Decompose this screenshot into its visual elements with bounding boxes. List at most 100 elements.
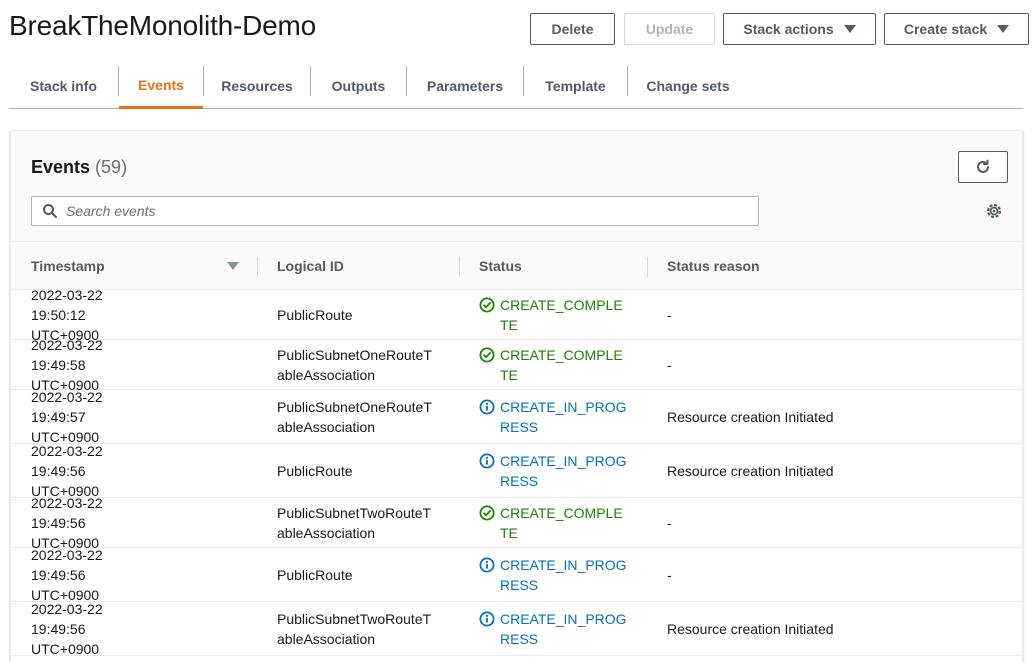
events-title: Events (59) <box>31 157 127 178</box>
status-reason-text: - <box>667 356 672 373</box>
status-reason-cell: - <box>667 290 1007 339</box>
tab-resources[interactable]: Resources <box>204 64 310 108</box>
column-header-logical-id[interactable]: Logical ID <box>277 242 457 290</box>
status-text: CREATE_IN_PROGRESS <box>500 452 627 489</box>
search-input[interactable] <box>66 203 746 219</box>
status-text: CREATE_COMPLETE <box>500 296 623 333</box>
search-icon <box>42 203 58 219</box>
info-circle-icon[interactable] <box>479 399 495 415</box>
timestamp-cell: 2022-03-22 19:49:57 UTC+0900 <box>31 389 261 445</box>
refresh-button[interactable] <box>958 151 1008 183</box>
stack-actions-button[interactable]: Stack actions <box>723 13 876 45</box>
timestamp-text: 2022-03-22 19:49:57 UTC+0900 <box>31 388 103 445</box>
timestamp-cell: 2022-03-22 19:49:56 UTC+0900 <box>31 601 261 657</box>
logical-id-cell: PublicRoute <box>277 548 452 601</box>
timestamp-text: 2022-03-22 19:49:58 UTC+0900 <box>31 336 103 393</box>
table-row: 2022-03-22 19:49:58 UTC+0900 PublicSubnet… <box>11 337 1022 393</box>
tab-stack-info[interactable]: Stack info <box>9 64 118 108</box>
status-reason-cell: Resource creation Initiated <box>667 602 1007 655</box>
status-cell: CREATE_IN_PROGRESS <box>479 548 639 601</box>
delete-button[interactable]: Delete <box>530 13 615 45</box>
search-box <box>31 196 759 226</box>
tab-label: Template <box>545 78 606 94</box>
refresh-icon <box>977 159 989 173</box>
events-count: (59) <box>95 157 128 177</box>
tab-parameters[interactable]: Parameters <box>407 64 523 108</box>
tab-label: Stack info <box>30 78 97 94</box>
timestamp-text: 2022-03-22 19:49:56 UTC+0900 <box>31 494 103 551</box>
column-divider <box>459 257 460 277</box>
events-title-text: Events <box>31 157 91 177</box>
info-circle-icon[interactable] <box>479 611 495 627</box>
check-circle-icon <box>479 347 495 363</box>
logical-id-text: PublicRoute <box>277 566 353 583</box>
column-label: Timestamp <box>31 258 105 274</box>
logical-id-cell: PublicSubnetTwoRouteTableAssociation <box>277 498 452 547</box>
tab-outputs[interactable]: Outputs <box>311 64 406 108</box>
timestamp-cell: 2022-03-22 19:49:56 UTC+0900 <box>31 443 261 499</box>
column-label: Logical ID <box>277 258 344 274</box>
status-text: CREATE_COMPLETE <box>500 504 623 541</box>
column-divider <box>257 257 258 277</box>
status-indicator: CREATE_COMPLETE <box>479 345 630 385</box>
timestamp-text: 2022-03-22 19:49:56 UTC+0900 <box>31 442 103 499</box>
timestamp-cell: 2022-03-22 19:49:58 UTC+0900 <box>31 337 261 393</box>
status-cell: CREATE_IN_PROGRESS <box>479 390 639 443</box>
timestamp-text: 2022-03-22 19:49:56 UTC+0900 <box>31 600 103 657</box>
logical-id-text: PublicSubnetOneRouteTableAssociation <box>277 398 432 435</box>
events-panel-header: Events (59) <box>11 131 1022 241</box>
create-stack-button[interactable]: Create stack <box>884 13 1029 45</box>
check-circle-icon <box>479 297 495 313</box>
logical-id-cell: PublicSubnetOneRouteTableAssociation <box>277 340 452 389</box>
check-circle-icon <box>479 505 495 521</box>
gear-icon[interactable] <box>985 202 1003 220</box>
sort-descending-icon[interactable] <box>227 262 239 270</box>
status-reason-text: Resource creation Initiated <box>667 620 834 637</box>
table-row: 2022-03-22 19:49:56 UTC+0900 PublicRoute C… <box>11 547 1022 603</box>
delete-button-label: Delete <box>551 21 594 37</box>
status-text: CREATE_IN_PROGRESS <box>500 556 627 593</box>
column-divider <box>647 257 648 277</box>
status-indicator: CREATE_COMPLETE <box>479 503 630 543</box>
logical-id-cell: PublicRoute <box>277 444 452 497</box>
tab-label: Change sets <box>646 78 730 94</box>
caret-down-icon <box>997 25 1010 33</box>
events-table-header: Timestamp Logical ID Status Status reaso… <box>11 241 1022 290</box>
status-reason-cell: - <box>667 340 1007 389</box>
tab-label: Parameters <box>426 78 504 94</box>
logical-id-cell: PublicSubnetTwoRouteTableAssociation <box>277 602 452 655</box>
info-circle-icon[interactable] <box>479 557 495 573</box>
status-indicator: CREATE_IN_PROGRESS <box>479 451 630 491</box>
status-reason-text: Resource creation Initiated <box>667 462 834 479</box>
table-row: 2022-03-22 19:49:56 UTC+0900 PublicSubnet… <box>11 495 1022 551</box>
status-reason-cell: Resource creation Initiated <box>667 390 1007 443</box>
logical-id-text: PublicSubnetTwoRouteTableAssociation <box>277 504 432 541</box>
page-title: BreakTheMonolith-Demo <box>9 10 317 41</box>
update-button[interactable]: Update <box>624 13 715 45</box>
tab-events[interactable]: Events <box>119 64 203 109</box>
status-indicator: CREATE_IN_PROGRESS <box>479 609 630 649</box>
status-indicator: CREATE_IN_PROGRESS <box>479 397 630 437</box>
info-circle-icon[interactable] <box>479 453 495 469</box>
table-row: 2022-03-22 19:49:57 UTC+0900 PublicSubnet… <box>11 389 1022 445</box>
logical-id-text: PublicRoute <box>277 306 353 323</box>
status-indicator: CREATE_COMPLETE <box>479 295 630 335</box>
timestamp-cell: 2022-03-22 19:50:12 UTC+0900 <box>31 287 261 343</box>
tab-change-sets[interactable]: Change sets <box>628 64 748 108</box>
column-header-status[interactable]: Status <box>479 242 639 290</box>
timestamp-cell: 2022-03-22 19:49:56 UTC+0900 <box>31 547 261 603</box>
column-header-status-reason[interactable]: Status reason <box>667 242 967 290</box>
timestamp-text: 2022-03-22 19:49:56 UTC+0900 <box>31 546 103 603</box>
status-reason-cell: - <box>667 548 1007 601</box>
tab-template[interactable]: Template <box>524 64 627 108</box>
status-text: CREATE_IN_PROGRESS <box>500 610 627 647</box>
status-reason-text: - <box>667 306 672 323</box>
status-cell: CREATE_IN_PROGRESS <box>479 444 639 497</box>
logical-id-text: PublicSubnetTwoRouteTableAssociation <box>277 610 432 647</box>
logical-id-cell: PublicRoute <box>277 290 452 339</box>
caret-down-icon <box>843 25 856 33</box>
table-row: 2022-03-22 19:49:56 UTC+0900 PublicSubnet… <box>11 601 1022 657</box>
status-reason-text: Resource creation Initiated <box>667 408 834 425</box>
timestamp-cell: 2022-03-22 19:49:56 UTC+0900 <box>31 495 261 551</box>
stack-actions-label: Stack actions <box>743 21 834 37</box>
